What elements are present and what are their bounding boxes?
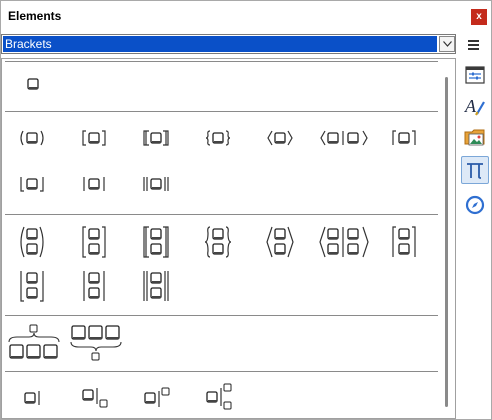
element-angle-brackets[interactable] — [258, 121, 304, 155]
element-scalable-floor-brackets[interactable] — [10, 265, 56, 307]
element-scalable-angle-brackets[interactable] — [258, 221, 304, 263]
element-evaluate[interactable] — [10, 381, 56, 415]
element-scalable-brackets-box[interactable] — [10, 67, 56, 101]
section-divider — [5, 214, 438, 215]
window-title: Elements — [8, 9, 62, 23]
element-scalable-ceil-brackets[interactable] — [382, 221, 428, 263]
element-evaluate-subsup[interactable] — [196, 377, 242, 417]
section-divider — [5, 111, 438, 112]
element-square-brackets[interactable] — [72, 121, 118, 155]
section-divider — [5, 315, 438, 316]
element-curly-brackets[interactable] — [196, 121, 242, 155]
styles-icon[interactable]: A — [461, 92, 489, 120]
compass-icon[interactable] — [461, 191, 489, 219]
svg-text:A: A — [464, 96, 477, 116]
properties-icon[interactable] — [461, 61, 489, 89]
close-button[interactable]: x — [471, 9, 487, 25]
sidebar-deck: A — [457, 31, 491, 419]
elements-window: Elements x Brackets A — [0, 0, 492, 420]
section-divider — [5, 371, 438, 372]
element-angle-pipe-brackets[interactable] — [316, 121, 376, 155]
category-dropdown[interactable]: Brackets — [1, 34, 456, 54]
element-ceil-brackets[interactable] — [382, 121, 428, 155]
title-bar: Elements x — [1, 1, 491, 31]
section-divider — [5, 61, 438, 62]
element-double-bar-brackets[interactable] — [134, 167, 180, 201]
element-evaluate-subscript[interactable] — [72, 381, 118, 415]
vertical-scrollbar[interactable] — [442, 61, 452, 417]
dropdown-chevron-down-icon[interactable] — [439, 36, 455, 52]
element-evaluate-superscript[interactable] — [134, 381, 180, 415]
element-scalable-angle-pipe-brackets[interactable] — [316, 221, 376, 263]
gallery-icon[interactable] — [461, 123, 489, 151]
elements-panel — [1, 58, 456, 419]
category-selected-value: Brackets — [3, 36, 437, 52]
element-scalable-single-bar-brackets[interactable] — [72, 265, 118, 307]
element-scalable-double-bar-brackets[interactable] — [134, 265, 180, 307]
element-single-bar-brackets[interactable] — [72, 167, 118, 201]
scrollbar-thumb[interactable] — [445, 77, 448, 407]
element-overbrace[interactable] — [6, 321, 62, 365]
element-scalable-round-brackets[interactable] — [10, 221, 56, 263]
element-floor-brackets[interactable] — [10, 167, 56, 201]
element-scalable-curly-brackets[interactable] — [196, 221, 242, 263]
element-scalable-square-brackets[interactable] — [72, 221, 118, 263]
element-scalable-double-square-brackets[interactable] — [134, 221, 180, 263]
hamburger-menu-icon[interactable] — [468, 40, 479, 52]
pi-icon[interactable] — [461, 156, 489, 184]
element-round-brackets[interactable] — [10, 121, 56, 155]
element-double-square-brackets[interactable] — [134, 121, 180, 155]
element-underbrace[interactable] — [68, 321, 124, 365]
